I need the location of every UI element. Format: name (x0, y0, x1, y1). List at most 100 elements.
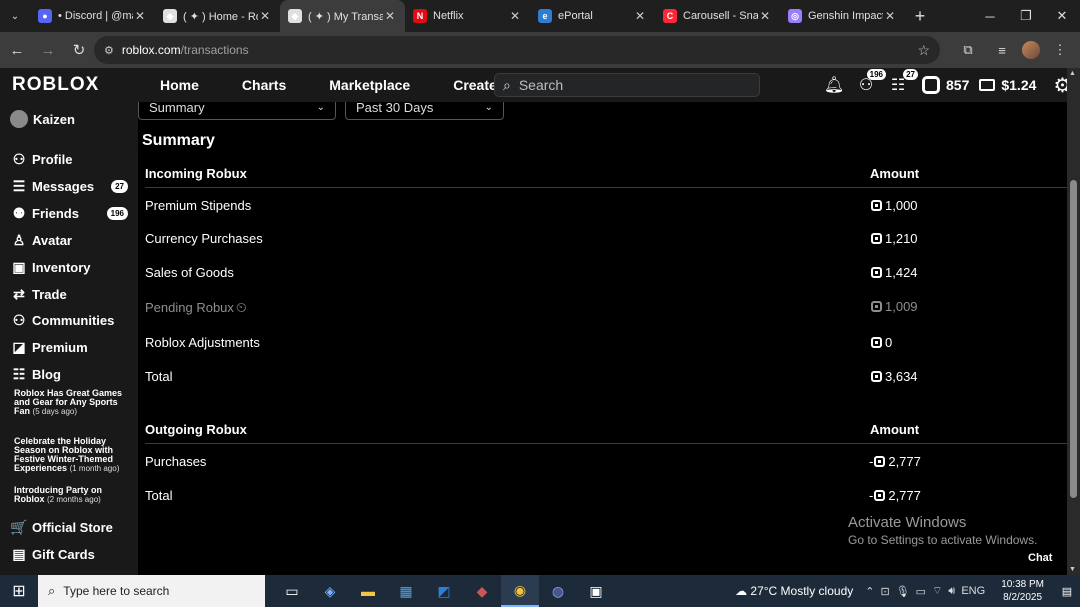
sidebar-item-premium[interactable]: ◪ Premium (10, 338, 128, 356)
copilot-icon[interactable]: ◈ (311, 575, 349, 607)
scrollbar-thumb[interactable] (1070, 180, 1077, 498)
weather-widget[interactable]: ☁ 27°C Mostly cloudy (735, 584, 853, 598)
address-bar[interactable]: ⚙ roblox.com/transactions ☆ (94, 36, 940, 64)
back-icon[interactable]: ← (3, 36, 31, 64)
tab-close-icon[interactable]: ✕ (633, 9, 647, 23)
browser-tab[interactable]: e ePortal ✕ (530, 0, 655, 32)
browser-tab[interactable]: ◆ ( ✦ ) Home - Ro ✕ (155, 0, 280, 32)
sidebar-item-messages[interactable]: ☰ Messages 27 (10, 177, 128, 195)
site-info-icon[interactable]: ⚙ (104, 44, 114, 57)
row-amount: 1,000 (871, 198, 918, 213)
office-icon[interactable]: ◆ (463, 575, 501, 607)
row-label: Pending Robux ⏲ (145, 299, 247, 316)
file-explorer-icon[interactable]: ▬ (349, 575, 387, 607)
browser-menu-icon[interactable]: ⋮ (1046, 36, 1074, 64)
task-view-icon[interactable]: ▭ (273, 575, 311, 607)
close-window-icon[interactable]: ✕ (1044, 0, 1080, 32)
cash-balance[interactable]: $1.24 (979, 77, 1036, 93)
tray-overflow-icon[interactable]: ⌃ (865, 585, 874, 598)
browser-tab[interactable]: ◎ Genshin Impact ✕ (780, 0, 905, 32)
tray-apps-icon[interactable]: ⊡ (880, 585, 889, 598)
sidebar-item-label: Blog (32, 366, 61, 382)
browser-tab[interactable]: C Carousell - Snap ✕ (655, 0, 780, 32)
page-scrollbar[interactable]: ▲ ▼ (1067, 68, 1080, 575)
volume-icon[interactable]: 🔊︎ (948, 585, 955, 598)
chat-button[interactable]: Chat (1028, 552, 1052, 564)
minimize-icon[interactable]: ─ (972, 0, 1008, 32)
battery-icon[interactable]: ▭ (916, 585, 926, 598)
sidebar-item-gift-cards[interactable]: ▤ Gift Cards (10, 545, 128, 563)
scroll-down-icon[interactable]: ▼ (1069, 566, 1076, 573)
robux-balance[interactable]: 857 (922, 76, 969, 94)
app-icon[interactable]: ▣ (577, 575, 615, 607)
period-dropdown[interactable]: Past 30 Days ⌄ (345, 102, 504, 120)
forward-icon[interactable]: → (34, 36, 62, 64)
tab-close-icon[interactable]: ✕ (508, 9, 522, 23)
store-icon[interactable]: ▦ (387, 575, 425, 607)
table-row: Sales of Goods 1,424 (145, 263, 1067, 283)
sidebar-item-label: Gift Cards (32, 546, 95, 562)
sidebar-item-inventory[interactable]: ▣ Inventory (10, 258, 128, 276)
restore-icon[interactable]: ❐ (1008, 0, 1044, 32)
taskbar-clock[interactable]: 10:38 PM 8/2/2025 (1001, 578, 1044, 604)
sidebar-item-blog[interactable]: ☷ Blog (10, 365, 128, 383)
scroll-up-icon[interactable]: ▲ (1069, 70, 1076, 77)
clock-icon[interactable]: ⏲ (236, 299, 247, 315)
nav-home[interactable]: Home (160, 77, 199, 93)
communities-icon: ⚇ (12, 311, 26, 328)
dropdown-period-value: Past 30 Days (356, 102, 434, 115)
new-tab-button[interactable]: + (905, 0, 935, 32)
notifications-bell-icon[interactable]: 🔔︎ (820, 72, 848, 98)
sidebar-item-label: Trade (32, 286, 67, 302)
sidebar-item-trade[interactable]: ⇄ Trade (10, 285, 128, 303)
language-indicator[interactable]: ENG (961, 585, 985, 597)
tab-close-icon[interactable]: ✕ (383, 9, 397, 23)
discord-icon[interactable]: ◍ (539, 575, 577, 607)
notification-center-icon[interactable]: ▤ (1054, 585, 1080, 598)
chrome-icon[interactable]: ◉ (501, 575, 539, 607)
sidebar-item-label: Messages (32, 178, 95, 194)
browser-tab[interactable]: ● • Discord | @ma ✕ (30, 0, 155, 32)
tab-search-icon[interactable]: ⌄ (0, 0, 30, 32)
nav-create[interactable]: Create (453, 77, 497, 93)
reload-icon[interactable]: ↻ (65, 36, 93, 64)
friends-icon[interactable]: ⚇ 196 (852, 69, 886, 98)
tab-close-icon[interactable]: ✕ (758, 9, 772, 23)
sidebar-item-friends[interactable]: ⚉ Friends 196 (10, 204, 128, 222)
sidebar-item-avatar[interactable]: ♙ Avatar (10, 231, 128, 249)
browser-tab[interactable]: N Netflix ✕ (405, 0, 530, 32)
row-amount: -2,777 (869, 488, 921, 503)
tab-close-icon[interactable]: ✕ (258, 9, 272, 23)
search-input[interactable]: ⌕ Search (494, 73, 760, 97)
media-control-icon[interactable]: ≡ (988, 36, 1016, 64)
row-amount-value: 2,777 (888, 488, 921, 503)
transaction-type-dropdown[interactable]: Summary ⌄ (138, 102, 336, 120)
nav-charts[interactable]: Charts (242, 77, 286, 93)
blog-post-link[interactable]: Introducing Party on Roblox (2 months ag… (14, 486, 124, 505)
sidebar-user[interactable]: Kaizen (10, 110, 75, 128)
sidebar-item-official-store[interactable]: 🛒 Official Store (10, 518, 128, 536)
sidebar-item-profile[interactable]: ⚇ Profile (10, 150, 128, 168)
bookmark-star-icon[interactable]: ☆ (917, 42, 930, 59)
tab-close-icon[interactable]: ✕ (133, 9, 147, 23)
mic-icon[interactable]: 🎙︎ (896, 585, 910, 598)
roblox-logo[interactable]: ROBLOX (12, 74, 99, 96)
username: Kaizen (33, 111, 75, 127)
tab-favicon-icon: e (538, 9, 552, 23)
row-amount: 1,009 (871, 299, 918, 314)
main-nav: Home Charts Marketplace Create (160, 77, 540, 93)
tab-close-icon[interactable]: ✕ (883, 9, 897, 23)
nav-marketplace[interactable]: Marketplace (329, 77, 410, 93)
browser-tab[interactable]: ◆ ( ✦ ) My Transac ✕ (280, 0, 405, 32)
outlook-icon[interactable]: ◩ (425, 575, 463, 607)
profile-avatar[interactable] (1022, 41, 1040, 59)
wifi-icon[interactable]: ⌔ (932, 584, 942, 598)
taskbar-apps: ▭ ◈ ▬ ▦ ◩ ◆ ◉ ◍ ▣ (273, 575, 615, 607)
blog-post-link[interactable]: Roblox Has Great Games and Gear for Any … (14, 389, 124, 417)
blog-post-link[interactable]: Celebrate the Holiday Season on Roblox w… (14, 437, 124, 474)
taskbar-search-input[interactable]: ⌕ Type here to search (38, 575, 265, 607)
sidebar-item-communities[interactable]: ⚇ Communities (10, 311, 128, 329)
windows-start-icon[interactable]: ⊞ (0, 575, 38, 607)
extensions-icon[interactable]: ⧉ (954, 36, 982, 64)
messages-icon[interactable]: ☷ 27 (884, 69, 918, 98)
